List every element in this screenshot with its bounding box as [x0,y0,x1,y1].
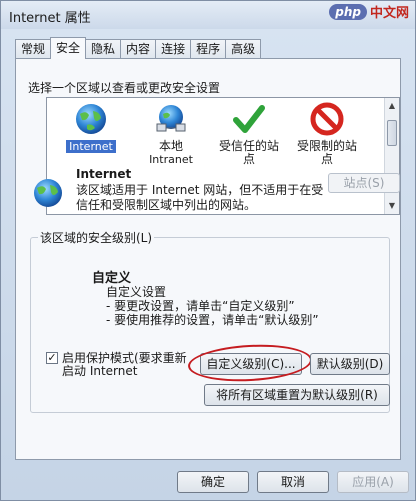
security-level-name: 自定义 [92,271,132,286]
scroll-down-arrow-icon[interactable]: ▼ [386,199,398,213]
zone-list-scrollbar[interactable]: ▲ ▼ [384,98,399,214]
cancel-button[interactable]: 取消 [257,471,329,493]
sites-button[interactable]: 站点(S) [328,173,400,193]
zone-restricted-sites[interactable]: 受限制的站 点 [287,102,367,166]
tab-content[interactable]: 内容 [120,39,157,59]
zone-label: 本地 [158,139,183,153]
zone-internet[interactable]: Internet [51,102,131,153]
intranet-icon [156,105,186,132]
watermark-text: 中文网 [369,6,409,21]
window-title: Internet 属性 [9,11,91,26]
watermark-logo: php 中文网 [329,2,409,21]
level-line: 自定义设置 [106,285,167,299]
zone-caption: 选择一个区域以查看或更改安全设置 [28,81,221,95]
title-bar[interactable]: Internet 属性 php 中文网 [1,1,415,29]
tab-advanced[interactable]: 高级 [225,39,262,59]
level-line: - 要更改设置，请单击“自定义级别” [106,299,295,313]
tab-strip: 常规 安全 隐私 内容 连接 程序 高级 [15,37,262,59]
selected-zone-title: Internet [76,167,132,181]
internet-properties-dialog: Internet 属性 php 中文网 常规 安全 隐私 内容 连接 程序 高级… [0,0,416,501]
tab-general[interactable]: 常规 [15,39,52,59]
apply-button[interactable]: 应用(A) [337,471,409,493]
scroll-thumb[interactable] [387,120,397,146]
tab-connections[interactable]: 连接 [155,39,192,59]
zone-local-intranet[interactable]: 本地 Intranet [131,102,211,166]
zone-label-line2: Intranet [149,153,193,166]
zone-label-line2: 点 [320,152,333,166]
tab-security[interactable]: 安全 [50,37,87,59]
tab-programs[interactable]: 程序 [190,39,227,59]
ok-button[interactable]: 确定 [177,471,249,493]
selected-zone-description: 该区域适用于 Internet 网站，但不适用于在受信任和受限制区域中列出的网站… [76,183,324,212]
globe-icon [76,104,106,134]
reset-all-zones-button[interactable]: 将所有区域重置为默认级别(R) [204,384,390,406]
protected-mode-checkbox[interactable]: ✓ [46,352,58,364]
protected-mode-label-line2: 启动 Internet [62,364,138,378]
default-level-button[interactable]: 默认级别(D) [310,353,390,375]
zone-label-line2: 点 [242,152,255,166]
zone-label: Internet [66,140,116,153]
security-level-description: 自定义设置 - 要更改设置，请单击“自定义级别” - 要使用推荐的设置，请单击“… [106,285,319,327]
security-level-group-label: 该区域的安全级别(L) [38,229,155,246]
security-tab-panel: 选择一个区域以查看或更改安全设置 Internet 本地 Intranet 受信… [15,58,401,460]
check-icon [233,105,265,133]
tab-privacy[interactable]: 隐私 [85,39,122,59]
zone-trusted-sites[interactable]: 受信任的站 点 [209,102,289,166]
level-line: - 要使用推荐的设置，请单击“默认级别” [106,313,319,327]
restricted-icon [310,102,344,136]
scroll-up-arrow-icon[interactable]: ▲ [386,99,398,113]
protected-mode-label: 启用保护模式(要求重新 [62,351,187,365]
watermark-badge: php [329,3,367,20]
globe-icon [34,179,62,207]
